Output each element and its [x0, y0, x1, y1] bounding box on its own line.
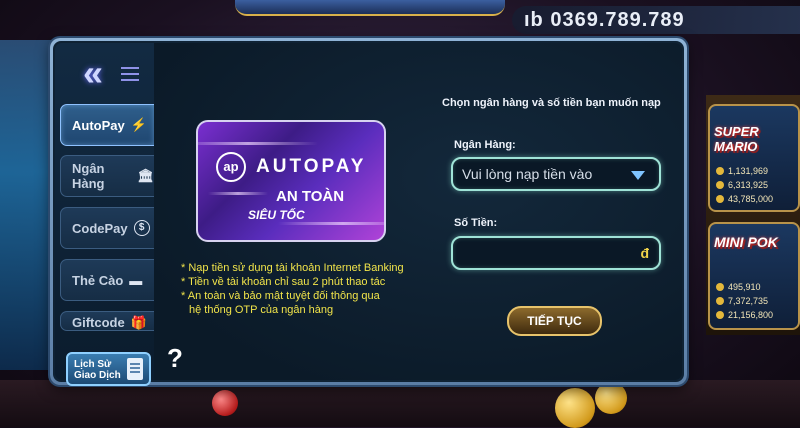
coin-icon — [595, 382, 627, 414]
document-icon — [127, 358, 143, 380]
jackpot-title: MINI POK — [714, 234, 778, 250]
top-banner — [235, 0, 505, 16]
jackpot-value: 495,910 — [716, 282, 761, 292]
tab-label: Ngân Hàng — [72, 161, 105, 191]
back-button[interactable]: « — [83, 55, 139, 92]
jackpot-value: 1,131,969 — [715, 166, 769, 176]
jackpot-value: 43,785,000 — [715, 194, 774, 204]
jackpot-card-super-mario[interactable]: SUPER MARIO 1,131,969 6,313,925 43,785,0… — [708, 104, 800, 212]
deposit-method-sidebar: « AutoPay ⚡ Ngân Hàng 🏛 CodePay $ Thẻ Cà… — [55, 43, 154, 386]
coin-stack-icon: $ — [133, 220, 150, 236]
note-line: * Nạp tiền sử dụng tài khoản Internet Ba… — [181, 262, 404, 274]
amount-input[interactable]: đ — [451, 236, 661, 270]
card-icon: ▬ — [129, 272, 143, 288]
tab-label: CodePay — [72, 220, 128, 236]
autopay-banner: ap AUTOPAY AN TOÀN SIÊU TỐC — [196, 120, 386, 242]
dropdown-arrow-icon — [631, 171, 645, 180]
coin-icon — [555, 388, 595, 428]
tab-label: Thẻ Cào — [72, 272, 124, 288]
tab-codepay[interactable]: CodePay $ — [60, 207, 154, 249]
lightning-icon: ⚡ — [130, 117, 147, 132]
roulette-icon — [212, 390, 238, 416]
note-line: * An toàn và bảo mật tuyệt đối thông qua — [181, 290, 380, 302]
bottom-game-bar — [0, 380, 800, 428]
note-line: * Tiền về tài khoản chỉ sau 2 phút thao … — [181, 276, 386, 288]
deposit-dialog: « AutoPay ⚡ Ngân Hàng 🏛 CodePay $ Thẻ Cà… — [50, 38, 687, 386]
transaction-history-button[interactable]: Lịch Sử Giao Dịch — [66, 352, 151, 386]
amount-label: Số Tiền: — [454, 217, 498, 229]
autopay-panel: ap AUTOPAY AN TOÀN SIÊU TỐC * Nạp tiền s… — [154, 43, 682, 380]
bank-select-value: Vui lòng nạp tiền vào — [462, 166, 593, 182]
autopay-tagline-safe: AN TOÀN — [276, 188, 345, 205]
note-line: hệ thống OTP của ngân hàng — [189, 304, 334, 316]
continue-button[interactable]: TIẾP TỤC — [507, 306, 602, 336]
jackpot-card-mini-poker[interactable]: MINI POK 495,910 7,372,735 21,156,800 — [708, 222, 800, 330]
double-chevron-left-icon: « — [83, 52, 104, 93]
jackpot-value: 21,156,800 — [715, 310, 774, 320]
bank-select[interactable]: Vui lòng nạp tiền vào — [451, 157, 661, 191]
autopay-logo: ap — [216, 152, 246, 182]
tab-autopay[interactable]: AutoPay ⚡ — [60, 104, 154, 146]
hotline-text: ıb 0369.789.789 — [512, 6, 800, 34]
jackpot-value: 6,313,925 — [715, 180, 769, 190]
currency-symbol: đ — [640, 245, 649, 261]
dialog-body: « AutoPay ⚡ Ngân Hàng 🏛 CodePay $ Thẻ Cà… — [53, 41, 684, 386]
form-title: Chọn ngân hàng và số tiền bạn muốn nạp — [442, 97, 661, 109]
help-icon[interactable]: ? — [167, 343, 183, 374]
tab-bank[interactable]: Ngân Hàng 🏛 — [60, 155, 154, 197]
autopay-notes: * Nạp tiền sử dụng tài khoản Internet Ba… — [181, 261, 421, 317]
jackpot-value: 7,372,735 — [715, 296, 769, 306]
gift-icon: 🎁 — [130, 315, 147, 330]
tab-label: AutoPay — [72, 117, 125, 133]
bank-icon: 🏛 — [137, 168, 154, 183]
tab-scratch-card[interactable]: Thẻ Cào ▬ — [60, 259, 154, 301]
bank-label: Ngân Hàng: — [454, 139, 516, 151]
tab-giftcode[interactable]: Giftcode 🎁 — [60, 311, 154, 331]
background-game-art — [0, 40, 55, 370]
autopay-tagline-fast: SIÊU TỐC — [248, 208, 305, 222]
jackpot-title: SUPER MARIO — [714, 124, 759, 154]
tab-label: Giftcode — [72, 315, 125, 330]
autopay-name: AUTOPAY — [256, 156, 367, 177]
